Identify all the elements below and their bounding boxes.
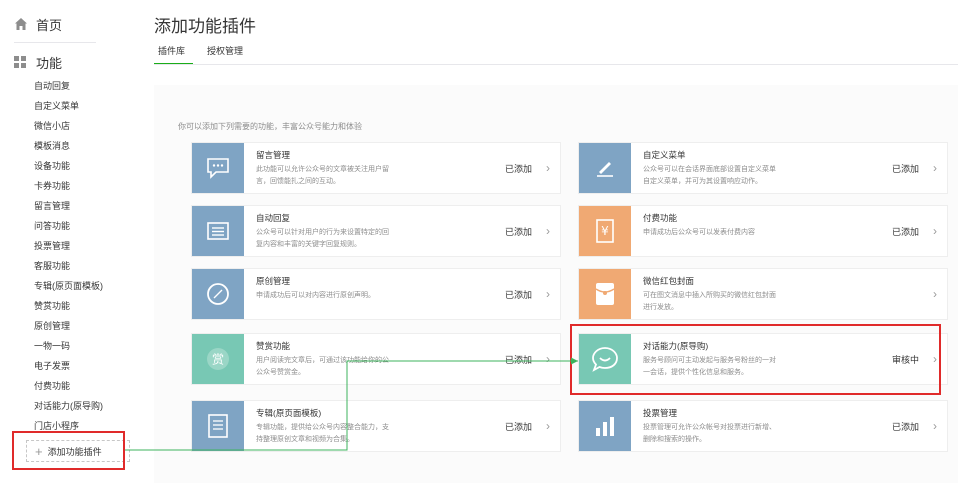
- plugin-desc: 可在图文消息中插入所购买的微信红包封面 进行发放。: [643, 292, 776, 311]
- plugin-name: 对话能力(原导购): [643, 341, 709, 351]
- sidebar-home-label: 首页: [36, 17, 63, 33]
- document-icon: [192, 401, 244, 451]
- plugin-card-vote[interactable]: 投票管理 投票管理可允许公众帐号对投票进行新增、 删除和搜索的操作。 已添加 ›: [578, 400, 948, 452]
- sidebar-function-label: 功能: [36, 55, 63, 71]
- add-plugin-button[interactable]: + 添加功能插件: [26, 440, 130, 462]
- sidebar-item-comments[interactable]: 留言管理: [34, 196, 103, 216]
- plugin-desc: 公众号可以在会话界面底部设置自定义菜单 自定义菜单，并可为其设置响应动作。: [643, 166, 776, 185]
- plugin-card-auto-reply[interactable]: 自动回复 公众号可以针对用户的行为来设置特定的回 复内容和丰富的关键字回复规则。 …: [191, 205, 561, 257]
- plugin-desc: 此功能可以允许公众号的文章被关注用户留 言，回馈能扎之间的互动。: [256, 166, 389, 185]
- tab-divider: [154, 64, 958, 65]
- sidebar-item-template-message[interactable]: 模板消息: [34, 136, 103, 156]
- sidebar-item-wechat-store[interactable]: 微信小店: [34, 116, 103, 136]
- list-icon: [192, 206, 244, 256]
- sidebar-item-device[interactable]: 设备功能: [34, 156, 103, 176]
- plugin-card-red-envelope-cover[interactable]: 微信红包封面 可在图文消息中插入所购买的微信红包封面 进行发放。 ›: [578, 268, 948, 320]
- plugin-status: 已添加: [891, 227, 919, 237]
- plugin-desc: 申请成功后可以对内容进行原创声明。: [256, 292, 375, 299]
- edit-icon: [579, 143, 631, 193]
- plugin-name: 自定义菜单: [643, 150, 686, 160]
- sidebar-item-customer-service[interactable]: 客服功能: [34, 256, 103, 276]
- sidebar-function-header: 功能: [14, 52, 62, 72]
- plugin-status: 已添加: [504, 422, 532, 432]
- plugin-name: 微信红包封面: [643, 276, 695, 286]
- add-plugin-label: 添加功能插件: [47, 446, 102, 457]
- plugin-card-original[interactable]: 原创管理 申请成功后可以对内容进行原创声明。 已添加 ›: [191, 268, 561, 320]
- bar-chart-icon: [579, 401, 631, 451]
- plus-icon: +: [35, 443, 43, 459]
- chevron-right-icon: ›: [933, 161, 937, 175]
- sidebar-home[interactable]: 首页: [14, 14, 62, 34]
- comment-icon: [192, 143, 244, 193]
- sidebar-item-dialogue[interactable]: 对话能力(原导购): [34, 396, 103, 416]
- plugin-name: 投票管理: [643, 408, 678, 418]
- sidebar-item-auto-reply[interactable]: 自动回复: [34, 76, 103, 96]
- yen-icon: ¥: [579, 206, 631, 256]
- sidebar-function-list: 自动回复 自定义菜单 微信小店 模板消息 设备功能 卡券功能 留言管理 问答功能…: [34, 76, 103, 436]
- sidebar-item-e-invoice[interactable]: 电子发票: [34, 356, 103, 376]
- chevron-right-icon: ›: [933, 287, 937, 301]
- plugin-desc: 服务号顾问可主动发起与服务号粉丝的一对 一会话，提供个性化信息和服务。: [643, 357, 776, 376]
- page-title: 添加功能插件: [154, 17, 256, 36]
- chevron-right-icon: ›: [546, 161, 550, 175]
- tab-bar: 插件库 授权管理: [154, 43, 261, 65]
- plugin-name: 自动回复: [256, 213, 291, 223]
- plugin-name: 专辑(原页面模板): [256, 408, 322, 418]
- sidebar-item-reward[interactable]: 赞赏功能: [34, 296, 103, 316]
- tab-authorization[interactable]: 授权管理: [203, 43, 247, 65]
- red-envelope-icon: [579, 269, 631, 319]
- chevron-right-icon: ›: [933, 419, 937, 433]
- sidebar-item-qa[interactable]: 问答功能: [34, 216, 103, 236]
- tab-plugin-library[interactable]: 插件库: [154, 43, 194, 65]
- plugin-name: 原创管理: [256, 276, 291, 286]
- plugin-card-dialogue[interactable]: 对话能力(原导购) 服务号顾问可主动发起与服务号粉丝的一对 一会话，提供个性化信息…: [578, 333, 948, 385]
- plugin-card-paid[interactable]: ¥ 付费功能 申请成功后公众号可以发表付费内容 已添加 ›: [578, 205, 948, 257]
- intro-text: 你可以添加下列需要的功能，丰富公众号能力和体验: [178, 122, 362, 131]
- reward-icon: 赏: [192, 334, 244, 384]
- chevron-right-icon: ›: [933, 352, 937, 366]
- chevron-right-icon: ›: [546, 287, 550, 301]
- plugin-status: 已添加: [504, 164, 532, 174]
- chevron-right-icon: ›: [933, 224, 937, 238]
- plugin-card-reward[interactable]: 赏 赞赏功能 用户阅读完文章后，可通过该功能给你的公 公众号赞赏金。 已添加 ›: [191, 333, 561, 385]
- home-icon: [14, 17, 28, 31]
- compass-icon: [192, 269, 244, 319]
- chat-smile-icon: [579, 334, 631, 384]
- plugin-status: 已添加: [504, 290, 532, 300]
- plugin-desc: 公众号可以针对用户的行为来设置特定的回 复内容和丰富的关键字回复规则。: [256, 229, 389, 248]
- svg-text:赏: 赏: [212, 353, 224, 367]
- plugin-name: 付费功能: [643, 213, 678, 223]
- sidebar-item-paid[interactable]: 付费功能: [34, 376, 103, 396]
- sidebar-item-one-item-one-code[interactable]: 一物一码: [34, 336, 103, 356]
- plugin-name: 留言管理: [256, 150, 291, 160]
- sidebar-item-original[interactable]: 原创管理: [34, 316, 103, 336]
- chevron-right-icon: ›: [546, 352, 550, 366]
- plugin-desc: 申请成功后公众号可以发表付费内容: [643, 229, 755, 236]
- sidebar-item-store-miniprogram[interactable]: 门店小程序: [34, 416, 103, 436]
- plugin-card-comments[interactable]: 留言管理 此功能可以允许公众号的文章被关注用户留 言，回馈能扎之间的互动。 已添加…: [191, 142, 561, 194]
- plugin-desc: 用户阅读完文章后，可通过该功能给你的公 公众号赞赏金。: [256, 357, 389, 376]
- sidebar-item-custom-menu[interactable]: 自定义菜单: [34, 96, 103, 116]
- plugin-status: 已添加: [891, 422, 919, 432]
- plugin-status: 已添加: [891, 164, 919, 174]
- chevron-right-icon: ›: [546, 224, 550, 238]
- plugin-card-album[interactable]: 专辑(原页面模板) 专辑功能，提供给公众号内容整合能力，支 持整理原创文章和视频为…: [191, 400, 561, 452]
- plugin-status: 已添加: [504, 355, 532, 365]
- plugin-card-custom-menu[interactable]: 自定义菜单 公众号可以在会话界面底部设置自定义菜单 自定义菜单，并可为其设置响应动…: [578, 142, 948, 194]
- sidebar-item-coupon[interactable]: 卡券功能: [34, 176, 103, 196]
- grid-icon: [14, 56, 26, 68]
- plugin-desc: 专辑功能，提供给公众号内容整合能力，支 持整理原创文章和视频为合集。: [256, 424, 389, 443]
- sidebar: 首页 功能 自动回复 自定义菜单 微信小店 模板消息 设备功能 卡券功能 留言管…: [0, 0, 140, 483]
- sidebar-item-vote[interactable]: 投票管理: [34, 236, 103, 256]
- plugin-status: 审核中: [891, 355, 919, 365]
- plugin-name: 赞赏功能: [256, 341, 291, 351]
- sidebar-item-album[interactable]: 专辑(原页面模板): [34, 276, 103, 296]
- chevron-right-icon: ›: [546, 419, 550, 433]
- plugin-status: 已添加: [504, 227, 532, 237]
- sidebar-divider: [14, 42, 96, 43]
- plugin-desc: 投票管理可允许公众帐号对投票进行新增、 删除和搜索的操作。: [643, 424, 776, 443]
- svg-text:¥: ¥: [601, 224, 609, 238]
